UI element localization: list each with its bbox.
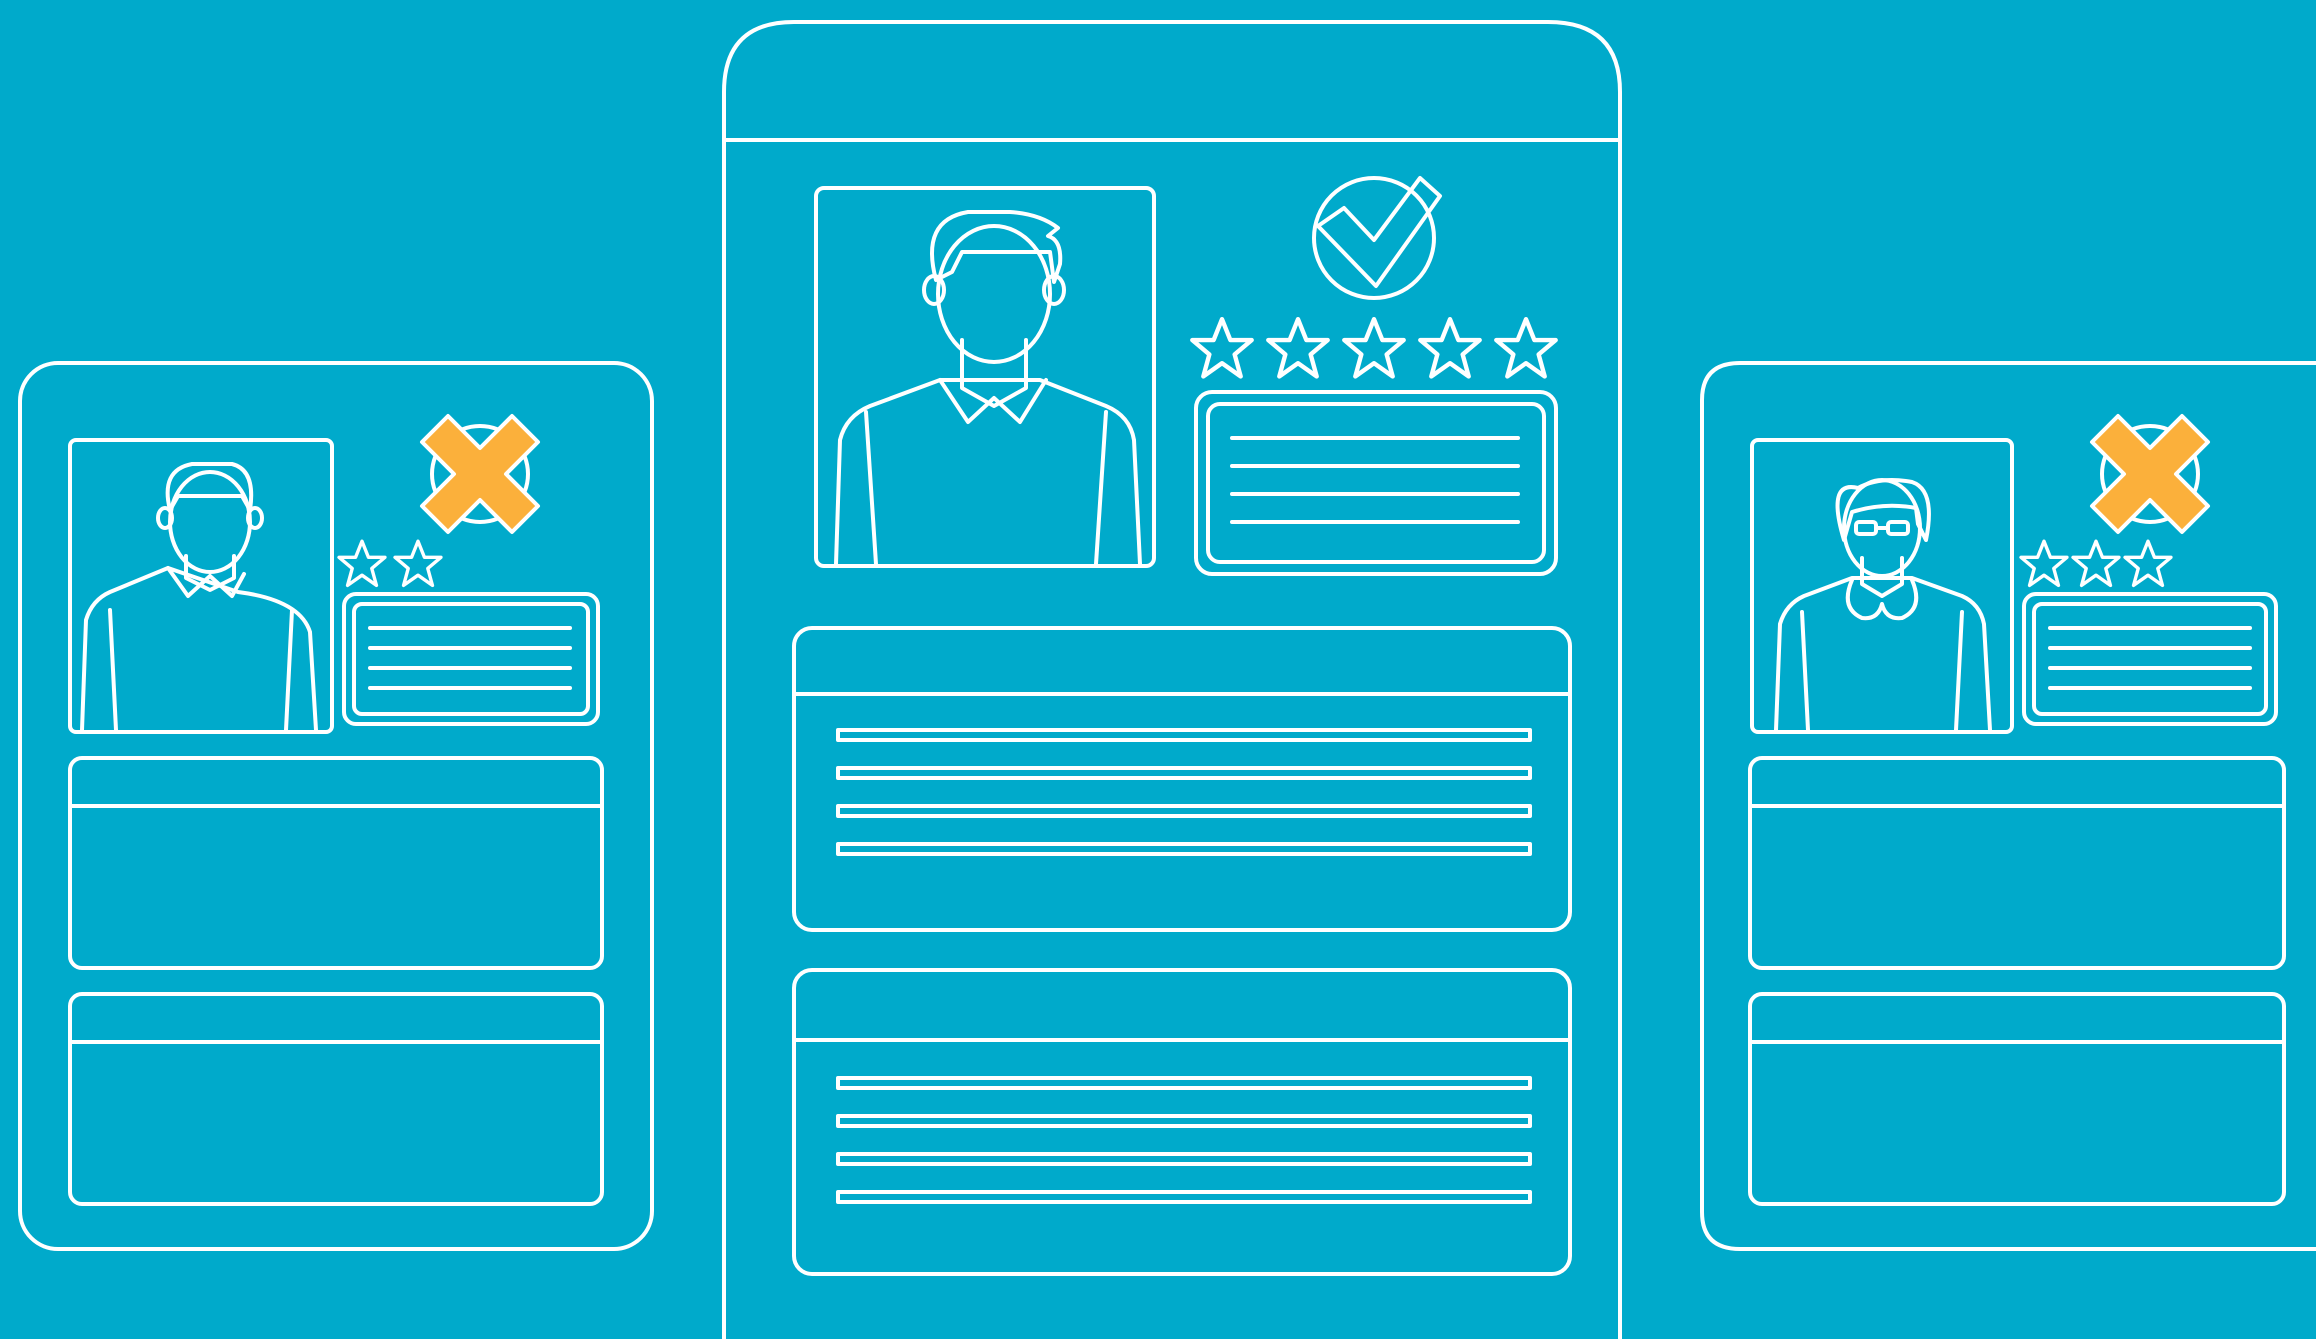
man-avatar-icon [834,210,1142,566]
woman-with-glasses-avatar-icon [1774,478,1992,732]
x-mark-icon [420,414,540,534]
star-icon [393,539,443,588]
center-photo-frame [814,186,1156,568]
education-section [68,992,604,1206]
star-icon [1266,316,1330,379]
star-icon [2019,539,2069,588]
x-mark-icon [2090,414,2210,534]
experience-section [792,626,1572,932]
checkmark-circle-icon [1312,176,1442,300]
right-resume-card [1700,361,2316,1251]
summary-box [342,592,600,726]
man-avatar-icon [80,462,318,732]
left-photo-frame [68,438,334,734]
experience-section [68,756,604,970]
education-section [792,968,1572,1276]
star-icon [1418,316,1482,379]
center-resume-card [722,20,1622,1339]
star-icon [1190,316,1254,379]
left-resume-card [18,361,654,1251]
experience-section [1748,756,2286,970]
right-photo-frame [1750,438,2014,734]
rating-stars [2019,539,2173,588]
star-icon [1494,316,1558,379]
rating-stars [1190,316,1558,379]
star-icon [2123,539,2173,588]
resume-comparison-illustration [18,20,2316,1339]
rating-stars [337,539,443,588]
star-icon [2071,539,2121,588]
education-section [1748,992,2286,1206]
summary-box [2022,592,2278,726]
summary-box [1194,390,1558,576]
star-icon [1342,316,1406,379]
star-icon [337,539,387,588]
